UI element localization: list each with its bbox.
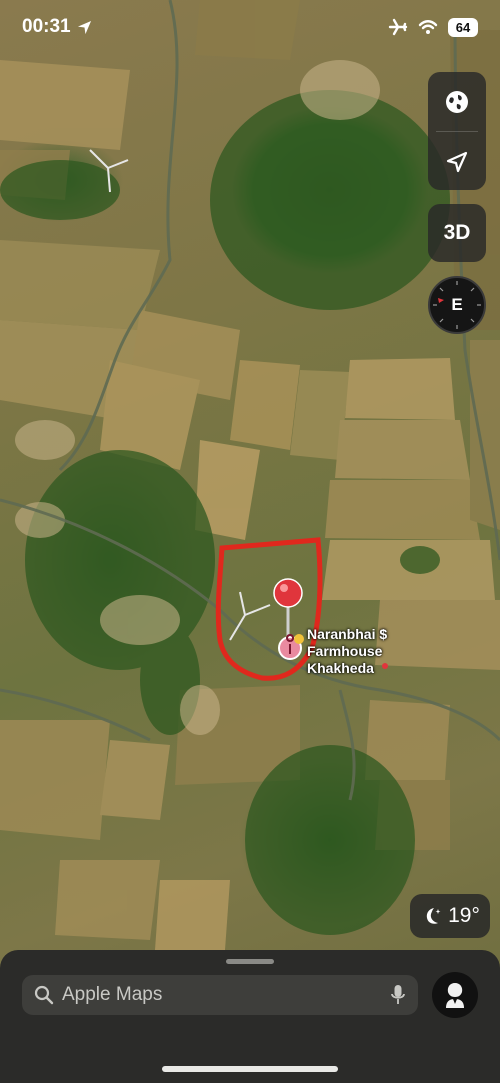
microphone-icon[interactable] bbox=[390, 984, 406, 1006]
pin-label-line-2: Farmhouse bbox=[307, 643, 383, 659]
current-location-button[interactable] bbox=[428, 132, 486, 190]
status-bar: 00:31 64 bbox=[0, 0, 500, 54]
location-services-icon bbox=[77, 20, 91, 34]
map-controls bbox=[428, 72, 486, 190]
weather-temperature: 19° bbox=[448, 904, 480, 927]
profile-avatar[interactable] bbox=[432, 972, 478, 1018]
pin-label-line-1: Naranbhai $ bbox=[307, 626, 388, 642]
battery-level: 64 bbox=[448, 17, 478, 37]
airplane-mode-icon bbox=[388, 18, 408, 36]
profile-avatar-icon bbox=[446, 983, 464, 1008]
search-icon bbox=[34, 985, 54, 1005]
status-time-group: 00:31 bbox=[22, 16, 92, 38]
map-mode-button[interactable] bbox=[428, 72, 486, 131]
status-indicators: 64 bbox=[388, 17, 478, 37]
moon-stars-icon bbox=[426, 908, 441, 924]
compass-heading: E bbox=[451, 295, 463, 314]
home-indicator bbox=[162, 1066, 338, 1072]
bottom-sheet: Apple Maps bbox=[0, 950, 500, 1083]
sheet-grabber[interactable] bbox=[226, 959, 274, 964]
3d-view-button[interactable]: 3D bbox=[428, 204, 486, 262]
weather-badge[interactable]: 19° bbox=[410, 894, 490, 938]
compass-button[interactable]: E bbox=[428, 276, 486, 334]
search-placeholder: Apple Maps bbox=[62, 984, 163, 1005]
farm-boundary bbox=[215, 537, 323, 681]
dropped-pin bbox=[273, 578, 303, 637]
status-time: 00:31 bbox=[22, 16, 71, 37]
wifi-icon bbox=[418, 20, 438, 34]
search-field[interactable]: Apple Maps bbox=[22, 975, 418, 1015]
pin-label[interactable]: Naranbhai $ Farmhouse Khakheda bbox=[307, 626, 427, 677]
pin-label-line-3: Khakheda bbox=[307, 660, 374, 676]
globe-icon bbox=[446, 90, 468, 113]
location-arrow-icon bbox=[446, 151, 468, 172]
